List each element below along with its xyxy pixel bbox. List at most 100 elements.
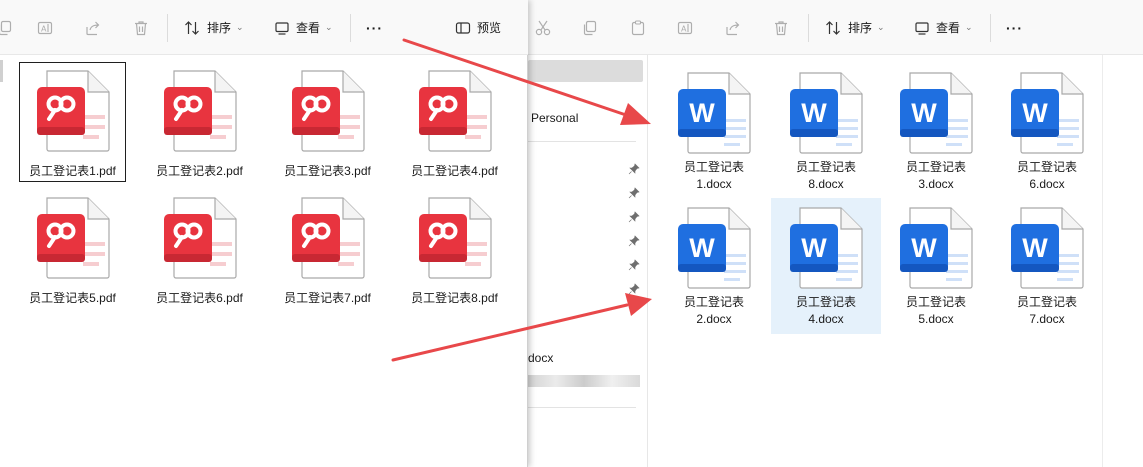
- file-name-line1: 员工登记表: [905, 295, 966, 309]
- pdf-file-icon: [20, 190, 125, 286]
- file-name-line1: 员工登记表: [795, 160, 856, 174]
- file-name: 员工登记表2.pdf: [156, 164, 243, 178]
- nav-item-recent-docx[interactable]: docx: [528, 351, 553, 365]
- nav-item-personal[interactable]: Personal: [531, 111, 578, 125]
- pdf-file-item[interactable]: 员工登记表7.pdf: [275, 190, 380, 308]
- svg-text:W: W: [689, 233, 715, 263]
- sort-label: 排序: [207, 21, 232, 35]
- pdf-file-item[interactable]: 员工登记表4.pdf: [402, 63, 507, 181]
- pdf-file-icon: [402, 63, 507, 159]
- more-options-button[interactable]: ···: [366, 0, 383, 55]
- pdf-file-item[interactable]: 员工登记表2.pdf: [147, 63, 252, 181]
- file-name-line2: 1.docx: [696, 177, 732, 191]
- nav-scroll-bar[interactable]: [528, 60, 643, 82]
- more-options-button[interactable]: ···: [1006, 0, 1023, 55]
- sort-button[interactable]: 排序 ⌄: [183, 0, 244, 55]
- docx-file-item[interactable]: W 员工登记表 8.docx: [771, 63, 881, 199]
- docx-file-item[interactable]: W 员工登记表 7.docx: [992, 198, 1102, 334]
- chevron-down-icon: ⌄: [325, 22, 333, 32]
- pdf-file-item[interactable]: 员工登记表5.pdf: [20, 190, 125, 308]
- copy-icon: [0, 19, 14, 37]
- file-name: 员工登记表4.pdf: [411, 164, 498, 178]
- file-name-line1: 员工登记表: [683, 295, 744, 309]
- share-icon: [84, 19, 102, 37]
- share-button[interactable]: [724, 0, 742, 55]
- pin-icon[interactable]: [628, 258, 640, 271]
- monitor-icon: [914, 20, 930, 36]
- file-name-line1: 员工登记表: [683, 160, 744, 174]
- rename-icon: A: [36, 19, 54, 37]
- rename-button[interactable]: A: [36, 0, 54, 55]
- docx-file-item[interactable]: W 员工登记表 5.docx: [881, 198, 991, 334]
- delete-button[interactable]: [132, 0, 150, 55]
- preview-pane-button[interactable]: 预览: [455, 0, 501, 55]
- copy-button[interactable]: [0, 0, 14, 55]
- file-name-line2: 8.docx: [808, 177, 844, 191]
- cut-button[interactable]: [534, 0, 552, 55]
- docx-file-item[interactable]: W 员工登记表 6.docx: [992, 63, 1102, 199]
- paste-button[interactable]: [629, 0, 647, 55]
- pdf-file-grid: 员工登记表1.pdf 员工登记表2.pdf 员工登记表3.pdf 员工登记表4.pdf…: [0, 55, 527, 467]
- word-file-icon: W: [881, 63, 991, 163]
- svg-text:W: W: [1022, 98, 1048, 128]
- word-file-icon: W: [771, 198, 881, 298]
- pdf-file-item[interactable]: 员工登记表1.pdf: [19, 62, 126, 182]
- pin-icon[interactable]: [628, 162, 640, 175]
- file-name-line2: 5.docx: [918, 312, 954, 326]
- view-label: 查看: [936, 21, 961, 35]
- pdf-file-item[interactable]: 员工登记表3.pdf: [275, 63, 380, 181]
- pdf-file-icon: [402, 190, 507, 286]
- svg-text:W: W: [911, 233, 937, 263]
- svg-text:W: W: [801, 233, 827, 263]
- pdf-file-icon: [275, 190, 380, 286]
- file-name: 员工登记表1.pdf: [29, 164, 116, 178]
- sort-arrows-icon: [183, 19, 201, 37]
- front-toolbar: A 排序 ⌄ 查看 ⌄ ··· 预览: [0, 0, 528, 55]
- share-icon: [724, 19, 742, 37]
- pdf-file-item[interactable]: 员工登记表8.pdf: [402, 190, 507, 308]
- copy-icon: [581, 19, 599, 37]
- view-button[interactable]: 查看 ⌄: [274, 0, 333, 55]
- blurred-nav-item: [528, 375, 640, 387]
- pin-icon[interactable]: [628, 234, 640, 247]
- svg-text:W: W: [911, 98, 937, 128]
- rename-button[interactable]: A: [676, 0, 694, 55]
- file-name-line2: 2.docx: [696, 312, 732, 326]
- pin-icon[interactable]: [628, 282, 640, 295]
- file-name: 员工登记表5.pdf: [29, 291, 116, 305]
- file-name: 员工登记表3.pdf: [284, 164, 371, 178]
- preview-pane-icon: [455, 20, 471, 36]
- file-name-line1: 员工登记表: [1016, 295, 1077, 309]
- view-button[interactable]: 查看 ⌄: [914, 0, 973, 55]
- svg-text:A: A: [41, 24, 47, 33]
- view-label: 查看: [296, 21, 321, 35]
- svg-text:W: W: [1022, 233, 1048, 263]
- more-dots-icon: ···: [366, 19, 383, 36]
- sort-arrows-icon: [824, 19, 842, 37]
- pdf-file-item[interactable]: 员工登记表6.pdf: [147, 190, 252, 308]
- file-name-line1: 员工登记表: [1016, 160, 1077, 174]
- svg-text:W: W: [689, 98, 715, 128]
- trash-icon: [132, 19, 150, 37]
- monitor-icon: [274, 20, 290, 36]
- pin-icon[interactable]: [628, 186, 640, 199]
- chevron-down-icon: ⌄: [965, 22, 973, 32]
- file-name: 员工登记表8.pdf: [411, 291, 498, 305]
- word-file-icon: W: [771, 63, 881, 163]
- docx-file-item[interactable]: W 员工登记表 2.docx: [659, 198, 769, 334]
- docx-file-item[interactable]: W 员工登记表 4.docx: [771, 198, 881, 334]
- word-file-icon: W: [881, 198, 991, 298]
- sort-button[interactable]: 排序 ⌄: [824, 0, 885, 55]
- file-name-line1: 员工登记表: [795, 295, 856, 309]
- sort-label: 排序: [848, 21, 873, 35]
- delete-button[interactable]: [772, 0, 790, 55]
- more-dots-icon: ···: [1006, 19, 1023, 36]
- file-name-line2: 7.docx: [1029, 312, 1065, 326]
- docx-file-grid: W 员工登记表 1.docx W 员工登记表 8.docx W 员工登记表 3.docx W 员工登…: [648, 55, 1143, 467]
- docx-file-item[interactable]: W 员工登记表 1.docx: [659, 63, 769, 199]
- file-name-line2: 6.docx: [1029, 177, 1065, 191]
- copy-button[interactable]: [581, 0, 599, 55]
- share-button[interactable]: [84, 0, 102, 55]
- docx-file-item[interactable]: W 员工登记表 3.docx: [881, 63, 991, 199]
- pin-icon[interactable]: [628, 210, 640, 223]
